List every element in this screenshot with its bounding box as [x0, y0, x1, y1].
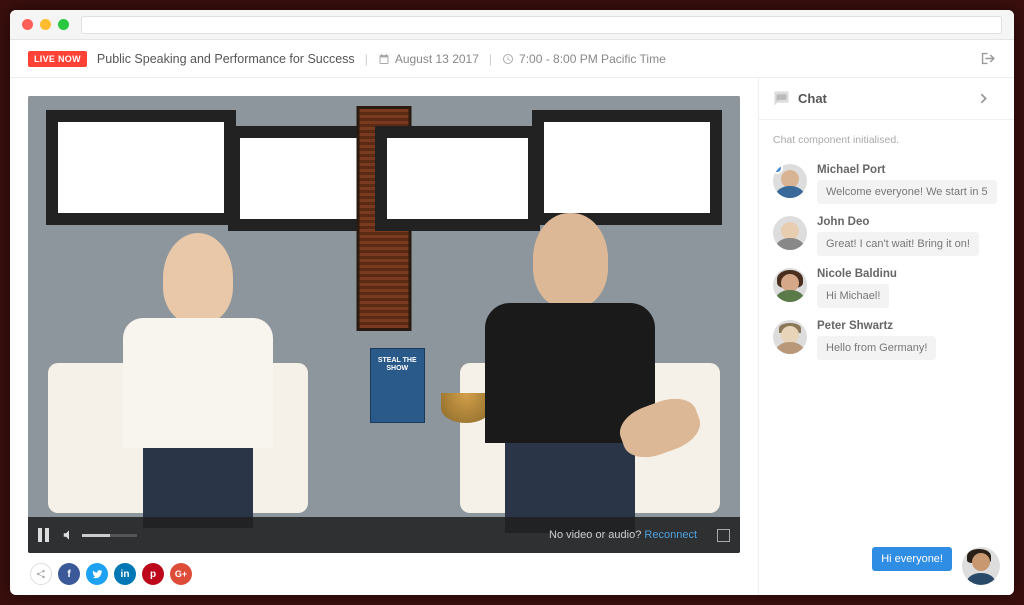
chat-message: Nicole Baldinu Hi Michael! [773, 268, 1000, 308]
message-author: John Deo [817, 216, 1000, 228]
window-controls [22, 19, 69, 30]
url-bar[interactable] [81, 16, 1002, 34]
video-player[interactable]: STEAL THE SHOW No video or audio? Reconn… [28, 96, 740, 553]
volume-icon [62, 528, 76, 542]
message-author: Peter Shwartz [817, 320, 1000, 332]
facebook-share-button[interactable]: f [58, 563, 80, 585]
fullscreen-button[interactable] [717, 529, 730, 542]
chat-body: Chat component initialised. Michael Port… [759, 120, 1014, 595]
presenter-2 [470, 213, 670, 513]
event-date: August 13 2017 [378, 52, 479, 66]
exit-icon [979, 50, 996, 67]
volume-slider[interactable] [82, 534, 137, 537]
message-text: Welcome everyone! We start in 5 [817, 180, 997, 204]
chat-message-outgoing: Hi everyone! [773, 547, 1000, 585]
maximize-window-button[interactable] [58, 19, 69, 30]
message-text: Hi everyone! [872, 547, 952, 571]
chat-message: Michael Port Welcome everyone! We start … [773, 164, 1000, 204]
clock-icon [502, 53, 514, 65]
calendar-icon [378, 53, 390, 65]
live-badge: LIVE NOW [28, 51, 87, 67]
share-icon[interactable] [30, 563, 52, 585]
message-author: Nicole Baldinu [817, 268, 1000, 280]
event-header: LIVE NOW Public Speaking and Performance… [10, 40, 1014, 78]
message-author: Michael Port [817, 164, 1000, 176]
close-window-button[interactable] [22, 19, 33, 30]
volume-control[interactable] [62, 528, 137, 542]
linkedin-share-button[interactable]: in [114, 563, 136, 585]
chat-header[interactable]: Chat [759, 78, 1014, 120]
main-column: STEAL THE SHOW No video or audio? Reconn… [10, 78, 758, 595]
avatar [773, 268, 807, 302]
reconnect-prompt: No video or audio? Reconnect [549, 529, 697, 541]
avatar [773, 320, 807, 354]
video-scene: STEAL THE SHOW [28, 96, 740, 553]
twitter-share-button[interactable] [86, 563, 108, 585]
avatar [773, 216, 807, 250]
book-prop: STEAL THE SHOW [370, 348, 425, 423]
chat-message: John Deo Great! I can't wait! Bring it o… [773, 216, 1000, 256]
app-window: LIVE NOW Public Speaking and Performance… [10, 10, 1014, 595]
google-plus-share-button[interactable]: G+ [170, 563, 192, 585]
reconnect-link[interactable]: Reconnect [644, 529, 697, 541]
chevron-right-icon [975, 90, 992, 107]
pause-button[interactable] [38, 528, 52, 542]
titlebar [10, 10, 1014, 40]
chat-title: Chat [798, 91, 827, 106]
presenter-1 [113, 233, 283, 513]
avatar [773, 164, 807, 198]
video-controls: No video or audio? Reconnect [28, 517, 740, 553]
event-title: Public Speaking and Performance for Succ… [97, 52, 355, 66]
chat-init-text: Chat component initialised. [773, 130, 1000, 152]
exit-button[interactable] [979, 50, 996, 67]
avatar-self [962, 547, 1000, 585]
share-row: f in p G+ [28, 553, 740, 585]
message-text: Great! I can't wait! Bring it on! [817, 232, 979, 256]
event-time: 7:00 - 8:00 PM Pacific Time [502, 52, 666, 66]
minimize-window-button[interactable] [40, 19, 51, 30]
message-text: Hello from Germany! [817, 336, 936, 360]
message-text: Hi Michael! [817, 284, 889, 308]
verified-badge-icon [773, 164, 783, 174]
chat-sidebar: Chat Chat component initialised. Michael… [758, 78, 1014, 595]
chat-message: Peter Shwartz Hello from Germany! [773, 320, 1000, 360]
content-area: STEAL THE SHOW No video or audio? Reconn… [10, 78, 1014, 595]
pinterest-share-button[interactable]: p [142, 563, 164, 585]
chat-icon [773, 90, 790, 107]
